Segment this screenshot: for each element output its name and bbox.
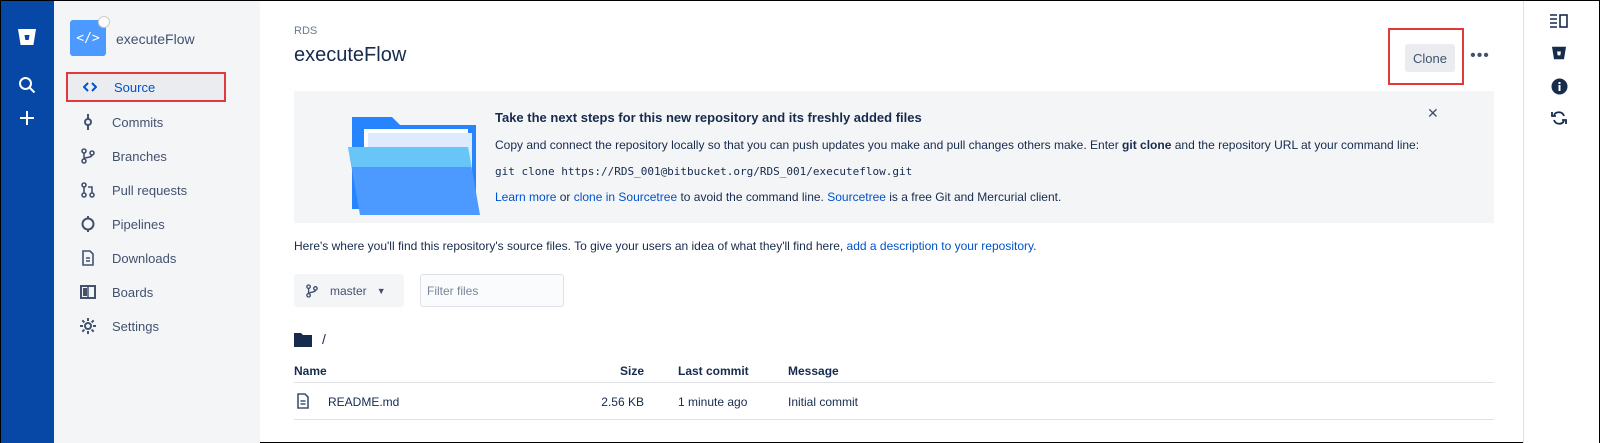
sidebar-item-label: Branches [112, 148, 167, 164]
gear-icon [80, 318, 96, 334]
commit-icon [80, 114, 96, 130]
sourcetree-link[interactable]: Sourcetree [827, 190, 886, 204]
pipelines-icon [80, 216, 96, 232]
intro-text-end: . [1033, 239, 1037, 253]
clone-in-sourcetree-link[interactable]: clone in Sourcetree [574, 190, 677, 204]
folder-illustration [348, 117, 480, 215]
file-name-link[interactable]: README.md [328, 395, 399, 409]
branch-icon [306, 283, 318, 298]
page-title: executeFlow [294, 44, 407, 66]
sidebar-toggle-icon[interactable] [1548, 10, 1570, 32]
banner-title: Take the next steps for this new reposit… [495, 110, 922, 125]
banner-text-part: to avoid the command line. [677, 190, 828, 204]
banner-text-part: and the repository URL at your command l… [1171, 138, 1420, 152]
chevron-down-icon: ▼ [376, 285, 386, 296]
sidebar-item-source[interactable]: Source [66, 72, 226, 102]
intro-text: Here's where you'll find this repository… [294, 239, 847, 253]
sidebar-item-pipelines[interactable]: Pipelines [66, 209, 226, 239]
banner-text-part: is a free Git and Mercurial client. [885, 190, 1062, 204]
column-last-commit[interactable]: Last commit [678, 364, 749, 378]
close-icon[interactable]: ✕ [1427, 105, 1439, 122]
current-path: / [294, 331, 326, 347]
code-icon [82, 79, 98, 95]
banner-links: Learn more or clone in Sourcetree to avo… [495, 190, 1061, 204]
file-size: 2.56 KB [601, 395, 644, 409]
boards-icon [80, 284, 96, 300]
download-icon [80, 250, 96, 266]
path-text[interactable]: / [322, 331, 326, 347]
table-row[interactable]: README.md 2.56 KB 1 minute ago Initial c… [294, 383, 1494, 420]
sidebar-item-settings[interactable]: Settings [66, 311, 226, 341]
repo-sidebar: </> executeFlow Source Commits Branches … [54, 1, 260, 443]
repo-name[interactable]: executeFlow [116, 31, 195, 47]
sidebar-item-label: Downloads [112, 250, 177, 266]
info-icon[interactable] [1548, 75, 1570, 97]
banner-text-part: Copy and connect the repository locally … [495, 138, 1123, 152]
column-name[interactable]: Name [294, 364, 327, 378]
learn-more-link[interactable]: Learn more [495, 190, 556, 204]
add-description-link[interactable]: add a description to your repository [847, 239, 1034, 253]
bitbucket-icon[interactable] [1548, 42, 1570, 64]
search-icon[interactable] [15, 73, 39, 97]
branch-icon [80, 148, 96, 164]
banner-text-part: or [556, 190, 574, 204]
file-last-commit: 1 minute ago [678, 395, 748, 409]
sidebar-item-label: Pull requests [112, 182, 188, 198]
file-icon [297, 393, 309, 409]
sidebar-item-label: Pipelines [112, 216, 165, 232]
clone-button[interactable]: Clone [1405, 44, 1455, 72]
branch-selector[interactable]: master ▼ [294, 274, 404, 307]
sidebar-item-label: Settings [112, 318, 159, 334]
code-glyph: </> [76, 30, 100, 46]
banner-instructions: Copy and connect the repository locally … [495, 138, 1419, 152]
sidebar-item-commits[interactable]: Commits [66, 107, 226, 137]
more-actions-button[interactable]: ••• [1467, 43, 1493, 69]
sidebar-item-pull-requests[interactable]: Pull requests [66, 175, 226, 205]
column-size[interactable]: Size [620, 364, 644, 378]
branch-name: master [330, 283, 367, 298]
bitbucket-logo-icon[interactable] [15, 25, 39, 49]
plus-icon[interactable] [15, 106, 39, 130]
file-table: Name Size Last commit Message README.md … [294, 358, 1494, 420]
sync-icon[interactable] [1548, 107, 1570, 129]
clone-highlight: Clone [1388, 28, 1464, 85]
table-header: Name Size Last commit Message [294, 358, 1494, 383]
lock-icon [98, 16, 110, 28]
folder-icon [294, 332, 312, 347]
repo-intro-text: Here's where you'll find this repository… [294, 239, 1036, 253]
sidebar-item-downloads[interactable]: Downloads [66, 243, 226, 273]
file-message: Initial commit [788, 395, 859, 409]
filter-files-input[interactable] [420, 274, 564, 307]
sidebar-item-label: Commits [112, 114, 164, 130]
banner-text-bold: git clone [1122, 138, 1172, 152]
breadcrumb[interactable]: RDS [294, 25, 317, 37]
column-message[interactable]: Message [788, 364, 839, 378]
global-nav [1, 1, 54, 443]
sidebar-item-branches[interactable]: Branches [66, 141, 226, 171]
right-rail [1523, 1, 1599, 443]
sidebar-item-label: Source [114, 79, 156, 95]
sidebar-item-label: Boards [112, 284, 154, 300]
pull-request-icon [80, 182, 96, 198]
sidebar-item-boards[interactable]: Boards [66, 277, 226, 307]
repo-avatar[interactable]: </> [70, 16, 110, 56]
clone-command: git clone https://RDS_001@bitbucket.org/… [495, 165, 913, 178]
next-steps-banner: Take the next steps for this new reposit… [294, 91, 1494, 223]
